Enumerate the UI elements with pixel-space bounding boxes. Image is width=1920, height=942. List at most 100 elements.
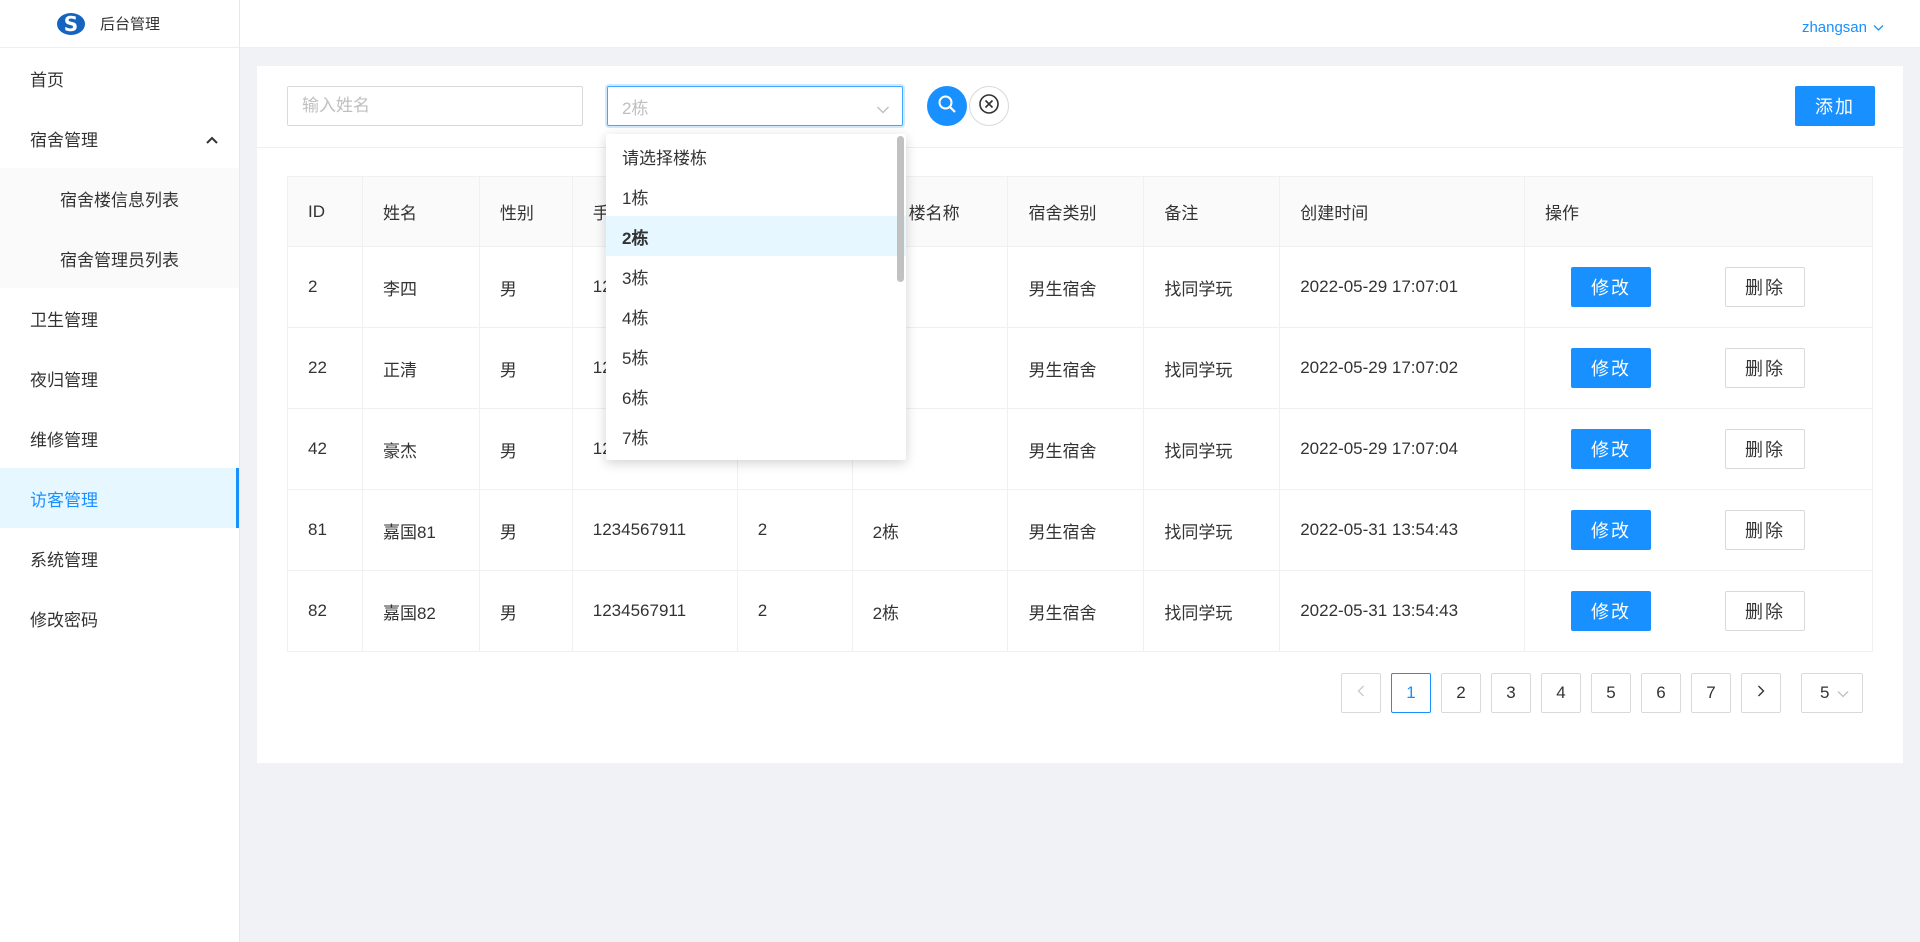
- sidebar-item-label: 宿舍管理员列表: [60, 250, 179, 270]
- page-6-button[interactable]: 6: [1641, 673, 1681, 713]
- table-cell: 2: [736, 570, 853, 652]
- sidebar-item-label: 访客管理: [30, 490, 98, 510]
- chevron-down-icon: [1837, 683, 1849, 703]
- sidebar-item-building-list[interactable]: 宿舍楼信息列表: [0, 168, 239, 228]
- delete-button[interactable]: 删除: [1725, 267, 1806, 307]
- chevron-down-icon: [876, 100, 890, 120]
- dropdown-option[interactable]: 1栋: [606, 176, 906, 216]
- dropdown-option[interactable]: 4栋: [606, 296, 906, 336]
- page-5-button[interactable]: 5: [1591, 673, 1631, 713]
- edit-button[interactable]: 修改: [1571, 267, 1652, 307]
- sidebar-item-dorm-management[interactable]: 宿舍管理: [0, 108, 239, 168]
- sidebar-item-label: 宿舍楼信息列表: [60, 190, 179, 210]
- sidebar-item-label: 首页: [30, 70, 64, 90]
- add-button[interactable]: 添加: [1795, 86, 1875, 126]
- delete-button[interactable]: 删除: [1725, 429, 1806, 469]
- table-row: 2 李四男 12 男生宿舍 找同学玩 2022-05-29 17:07:01 修改 删除: [287, 246, 1873, 328]
- table-cell: 2022-05-29 17:07:02: [1279, 327, 1526, 409]
- close-circle-icon: [978, 93, 1000, 120]
- content-card: 2栋 添加 ID 姓名 性别 手: [257, 66, 1903, 763]
- table-cell: 82: [287, 570, 363, 652]
- edit-button[interactable]: 修改: [1571, 510, 1652, 550]
- row-actions: 修改 删除: [1535, 591, 1872, 631]
- chevron-down-icon: [1873, 19, 1884, 36]
- edit-button[interactable]: 修改: [1571, 348, 1652, 388]
- column-header: 创建时间: [1279, 176, 1526, 247]
- building-dropdown: 请选择楼栋 1栋 2栋 3栋 4栋 5栋 6栋 7栋: [606, 134, 906, 460]
- table-row: 82 嘉国82 男 1234567911 2 2栋 男生宿舍 找同学玩 2022-05-31 1…: [287, 570, 1873, 652]
- sidebar-item-system[interactable]: 系统管理: [0, 528, 239, 588]
- table-cell: 2: [287, 246, 363, 328]
- page-7-button[interactable]: 7: [1691, 673, 1731, 713]
- sidebar-item-change-password[interactable]: 修改密码: [0, 588, 239, 648]
- table-cell-actions: 修改 删除: [1524, 327, 1873, 409]
- dropdown-option[interactable]: 6栋: [606, 376, 906, 416]
- submenu-dorm: 宿舍楼信息列表 宿舍管理员列表: [0, 168, 239, 288]
- pagination: 1 2 3 4 5 6 7 5: [1341, 673, 1863, 713]
- table-cell: 2022-05-31 13:54:43: [1279, 570, 1526, 652]
- building-select-value: 2栋: [622, 98, 649, 118]
- sidebar-menu: 首页 宿舍管理 宿舍楼信息列表 宿舍管理员列表 卫生管理 夜归管理 维修管理 访…: [0, 48, 239, 648]
- sidebar-item-home[interactable]: 首页: [0, 48, 239, 108]
- header: zhangsan: [240, 0, 1920, 48]
- sidebar-item-hygiene[interactable]: 卫生管理: [0, 288, 239, 348]
- row-actions: 修改 删除: [1535, 267, 1872, 307]
- edit-button[interactable]: 修改: [1571, 591, 1652, 631]
- table-cell: 42: [287, 408, 363, 490]
- table-cell: 找同学玩: [1143, 246, 1281, 328]
- clear-button[interactable]: [969, 86, 1009, 126]
- table-cell: 嘉国81: [361, 489, 480, 571]
- page-1-button[interactable]: 1: [1391, 673, 1431, 713]
- prev-page-button[interactable]: [1341, 673, 1381, 713]
- delete-button[interactable]: 删除: [1725, 591, 1806, 631]
- table-cell: 李四: [361, 246, 480, 328]
- chevron-up-icon: [205, 130, 219, 150]
- table-cell: 2栋: [851, 570, 1009, 652]
- sidebar-item-late-return[interactable]: 夜归管理: [0, 348, 239, 408]
- dropdown-option[interactable]: 3栋: [606, 256, 906, 296]
- table-cell: 找同学玩: [1143, 408, 1281, 490]
- page-4-button[interactable]: 4: [1541, 673, 1581, 713]
- sidebar-item-label: 维修管理: [30, 430, 98, 450]
- table-header-row: ID 姓名 性别 手 楼名称 宿舍类别 备注 创建时间 操作: [287, 176, 1873, 247]
- delete-button[interactable]: 删除: [1725, 510, 1806, 550]
- sidebar-item-visitor[interactable]: 访客管理: [0, 468, 239, 528]
- column-header: 宿舍类别: [1007, 176, 1145, 247]
- user-menu[interactable]: zhangsan: [1802, 19, 1884, 36]
- page-size-select[interactable]: 5: [1801, 673, 1863, 713]
- table-cell: 豪杰: [361, 408, 480, 490]
- table-cell: 2栋: [851, 489, 1009, 571]
- sidebar-item-admin-list[interactable]: 宿舍管理员列表: [0, 228, 239, 288]
- page-3-button[interactable]: 3: [1491, 673, 1531, 713]
- chevron-left-icon: [1356, 683, 1366, 703]
- page-2-button[interactable]: 2: [1441, 673, 1481, 713]
- table-cell: 嘉国82: [361, 570, 480, 652]
- dropdown-option[interactable]: 7栋: [606, 416, 906, 456]
- table-row: 22 正清男 12 男生宿舍 找同学玩 2022-05-29 17:07:02 修改 删除: [287, 327, 1873, 409]
- sidebar-item-label: 系统管理: [30, 550, 98, 570]
- building-select[interactable]: 2栋: [607, 86, 903, 126]
- logo-s-icon: S: [56, 9, 86, 39]
- dropdown-scrollbar[interactable]: [897, 136, 904, 282]
- app-title: 后台管理: [100, 16, 161, 33]
- dropdown-option[interactable]: 5栋: [606, 336, 906, 376]
- toolbar: 2栋 添加: [257, 66, 1903, 148]
- edit-button[interactable]: 修改: [1571, 429, 1652, 469]
- dropdown-option[interactable]: 请选择楼栋: [606, 136, 906, 176]
- table-row: 81 嘉国81 男 1234567911 2 2栋 男生宿舍 找同学玩 2022-05-31 1…: [287, 489, 1873, 571]
- table-cell: 2022-05-29 17:07:01: [1279, 246, 1526, 328]
- visitor-table: ID 姓名 性别 手 楼名称 宿舍类别 备注 创建时间 操作 2 李四男 12 男生宿…: [287, 176, 1873, 652]
- dropdown-option-selected[interactable]: 2栋: [606, 216, 906, 256]
- sidebar-item-repair[interactable]: 维修管理: [0, 408, 239, 468]
- table-cell-actions: 修改 删除: [1524, 489, 1873, 571]
- search-button[interactable]: [927, 86, 967, 126]
- name-search-input[interactable]: [287, 86, 583, 126]
- delete-button[interactable]: 删除: [1725, 348, 1806, 388]
- table-cell: 找同学玩: [1143, 570, 1281, 652]
- sidebar: S 后台管理 首页 宿舍管理 宿舍楼信息列表 宿舍管理员列表 卫生管理 夜归管理…: [0, 0, 240, 942]
- table-cell: 男: [478, 327, 573, 409]
- sidebar-item-label: 卫生管理: [30, 310, 98, 330]
- table-cell: 男: [478, 489, 573, 571]
- next-page-button[interactable]: [1741, 673, 1781, 713]
- table-cell-actions: 修改 删除: [1524, 570, 1873, 652]
